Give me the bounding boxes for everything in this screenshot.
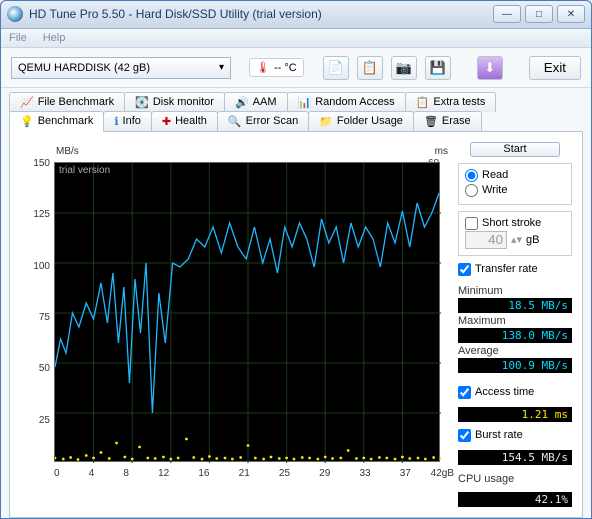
chart-svg xyxy=(55,163,441,463)
temperature-value: -- °C xyxy=(274,62,297,74)
write-radio[interactable]: Write xyxy=(465,183,565,198)
tab-aam[interactable]: 🔊AAM xyxy=(224,92,288,112)
temperature-display: 🌡 -- °C xyxy=(249,58,304,77)
menu-file[interactable]: File xyxy=(9,32,27,44)
y-axis-ticks: 150125100755025 xyxy=(20,158,50,466)
read-radio[interactable]: Read xyxy=(465,168,565,183)
short-stroke-check[interactable]: Short stroke xyxy=(465,216,565,231)
x-axis-ticks: 04812162125293337 xyxy=(54,468,440,479)
tab-file-benchmark[interactable]: 📈File Benchmark xyxy=(9,92,125,112)
start-button[interactable]: Start xyxy=(470,142,560,157)
watermark: trial version xyxy=(59,165,110,176)
access-value: 1.21 ms xyxy=(458,407,572,422)
health-icon: ✚ xyxy=(162,115,171,128)
drive-selected: QEMU HARDDISK (42 gB) xyxy=(18,62,150,74)
burst-value: 154.5 MB/s xyxy=(458,450,572,465)
extra-icon: 📋 xyxy=(416,96,430,109)
tab-erase[interactable]: 🗑Erase xyxy=(413,111,482,131)
monitor-icon: 💽 xyxy=(135,96,149,109)
spinner-icon[interactable]: ▴▾ xyxy=(511,233,522,246)
app-icon xyxy=(7,6,23,22)
tab-disk-monitor[interactable]: 💽Disk monitor xyxy=(124,92,225,112)
download-button[interactable]: ⬇ xyxy=(477,56,503,80)
drive-select[interactable]: QEMU HARDDISK (42 gB) ▾ xyxy=(11,57,231,79)
min-value: 18.5 MB/s xyxy=(458,298,572,313)
tab-health[interactable]: ✚Health xyxy=(151,111,218,131)
transfer-rate-check[interactable]: Transfer rate xyxy=(458,262,572,277)
x-axis-unit: 42gB xyxy=(431,468,454,479)
chart-area: MB/s ms 150125100755025 605040302010 tri… xyxy=(20,142,450,507)
tab-folder-usage[interactable]: 📁Folder Usage xyxy=(308,111,414,131)
cpu-value: 42.1% xyxy=(458,492,572,507)
app-window: HD Tune Pro 5.50 - Hard Disk/SSD Utility… xyxy=(0,0,592,519)
short-stroke-group: Short stroke ▴▾ gB xyxy=(458,211,572,256)
y-axis-unit: MB/s xyxy=(56,146,79,157)
benchmark-icon: 💡 xyxy=(20,115,34,128)
tab-error-scan[interactable]: 🔍Error Scan xyxy=(217,111,309,131)
speaker-icon: 🔊 xyxy=(235,96,249,109)
side-panel: Start Read Write Short stroke ▴▾ gB Tran… xyxy=(458,142,572,507)
benchmark-panel: MB/s ms 150125100755025 605040302010 tri… xyxy=(9,131,583,518)
close-button[interactable]: ✕ xyxy=(557,5,585,23)
tabs: 📈File Benchmark 💽Disk monitor 🔊AAM 📊Rand… xyxy=(1,88,591,518)
scan-icon: 🔍 xyxy=(228,115,242,128)
menu-help[interactable]: Help xyxy=(43,32,66,44)
benchmark-chart: trial version xyxy=(54,162,440,462)
burst-rate-check[interactable]: Burst rate xyxy=(458,428,572,443)
save-button[interactable]: 💾 xyxy=(425,56,451,80)
titlebar[interactable]: HD Tune Pro 5.50 - Hard Disk/SSD Utility… xyxy=(1,1,591,29)
max-value: 138.0 MB/s xyxy=(458,328,572,343)
chevron-down-icon: ▾ xyxy=(219,62,224,73)
minimize-button[interactable]: — xyxy=(493,5,521,23)
tab-random-access[interactable]: 📊Random Access xyxy=(287,92,406,112)
window-title: HD Tune Pro 5.50 - Hard Disk/SSD Utility… xyxy=(29,7,493,21)
random-icon: 📊 xyxy=(298,96,312,109)
thermometer-icon: 🌡 xyxy=(256,61,270,74)
short-stroke-value xyxy=(465,231,507,249)
file-benchmark-icon: 📈 xyxy=(20,96,34,109)
copy-screenshot-button[interactable]: 📋 xyxy=(357,56,383,80)
info-icon: ℹ xyxy=(114,115,118,128)
tab-extra-tests[interactable]: 📋Extra tests xyxy=(405,92,497,112)
tab-info[interactable]: ℹInfo xyxy=(103,111,152,131)
camera-button[interactable]: 📷 xyxy=(391,56,417,80)
avg-value: 100.9 MB/s xyxy=(458,358,572,373)
copy-text-button[interactable]: 📄 xyxy=(323,56,349,80)
access-time-check[interactable]: Access time xyxy=(458,385,572,400)
mode-group: Read Write xyxy=(458,163,572,205)
erase-icon: 🗑 xyxy=(424,115,438,128)
transfer-stats: Minimum 18.5 MB/s Maximum 138.0 MB/s Ave… xyxy=(458,283,572,373)
menubar: File Help xyxy=(1,29,591,49)
folder-icon: 📁 xyxy=(319,115,333,128)
toolbar: QEMU HARDDISK (42 gB) ▾ 🌡 -- °C 📄 📋 📷 💾 … xyxy=(1,48,591,88)
maximize-button[interactable]: □ xyxy=(525,5,553,23)
exit-button[interactable]: Exit xyxy=(529,56,581,80)
y2-axis-unit: ms xyxy=(435,146,448,157)
tab-benchmark[interactable]: 💡Benchmark xyxy=(9,111,104,132)
